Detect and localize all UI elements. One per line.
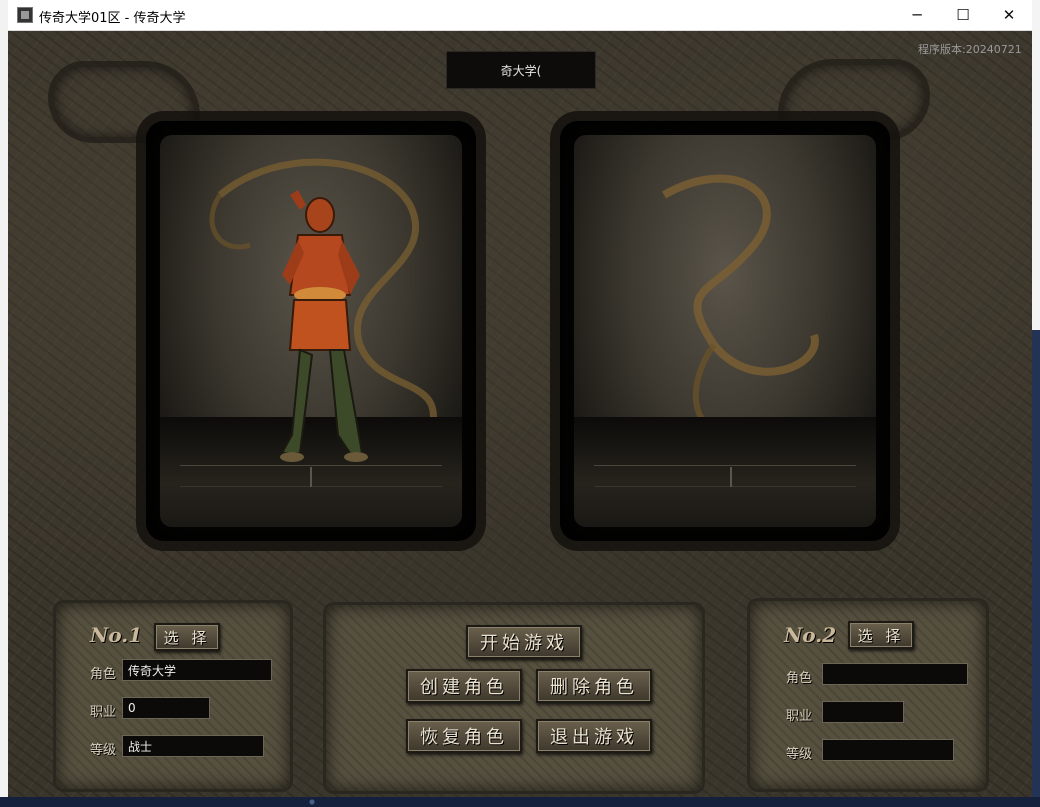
window-title: 传奇大学01区 - 传奇大学	[39, 11, 186, 26]
job-label: 职业	[90, 705, 117, 720]
job-label: 职业	[786, 709, 813, 724]
version-label: 程序版本:20240721	[918, 43, 1022, 56]
title-bar[interactable]: 传奇大学01区 - 传奇大学 ─ ☐ ✕	[8, 0, 1032, 31]
game-window: 传奇大学01区 - 传奇大学 ─ ☐ ✕ 程序版本:20240721 奇大学(	[8, 0, 1032, 797]
role-label: 角色	[90, 667, 117, 682]
frame-backdrop	[574, 135, 876, 527]
level-label: 等级	[90, 743, 117, 758]
character-frame-1[interactable]	[146, 121, 476, 541]
level-field: 战士	[122, 735, 264, 757]
create-character-button[interactable]: 创建角色	[406, 669, 522, 703]
job-field	[822, 701, 904, 723]
delete-character-button[interactable]: 删除角色	[536, 669, 652, 703]
level-field	[822, 739, 954, 761]
frame-backdrop	[160, 135, 462, 527]
slot-number: No.1	[90, 623, 143, 647]
desktop-edge-left	[0, 0, 8, 807]
level-label: 等级	[786, 747, 813, 762]
job-field: 0	[122, 697, 210, 719]
exit-game-button[interactable]: 退出游戏	[536, 719, 652, 753]
stage-floor	[574, 417, 876, 527]
maximize-button[interactable]: ☐	[940, 0, 986, 30]
app-icon	[17, 7, 33, 23]
slot-panel-1: No.1 选 择 角色 传奇大学 职业 0 等级 战士	[56, 603, 290, 789]
close-button[interactable]: ✕	[986, 0, 1032, 30]
select-button-1[interactable]: 选 择	[154, 623, 220, 651]
start-game-button[interactable]: 开始游戏	[466, 625, 582, 659]
slot-panel-2: No.2 选 择 角色 职业 等级	[750, 601, 986, 789]
character-frame-2[interactable]	[560, 121, 890, 541]
role-field: 传奇大学	[122, 659, 272, 681]
desktop-edge-right	[1032, 0, 1040, 807]
minimize-button[interactable]: ─	[894, 0, 940, 30]
role-label: 角色	[786, 671, 813, 686]
floor-mark	[730, 467, 732, 487]
select-button-2[interactable]: 选 择	[848, 621, 914, 649]
slot-number: No.2	[784, 623, 837, 647]
floor-line	[594, 465, 856, 487]
role-field	[822, 663, 968, 685]
warrior-character[interactable]	[160, 135, 462, 527]
server-name-box: 奇大学(	[446, 51, 596, 89]
character-select-screen: 程序版本:20240721 奇大学(No.1 选 择 角色 传奇大学 职业 0…	[8, 31, 1032, 797]
restore-character-button[interactable]: 恢复角色	[406, 719, 522, 753]
desktop-edge-bottom	[0, 797, 1040, 807]
action-panel: 开始游戏 创建角色 删除角色 恢复角色 退出游戏	[326, 605, 702, 791]
